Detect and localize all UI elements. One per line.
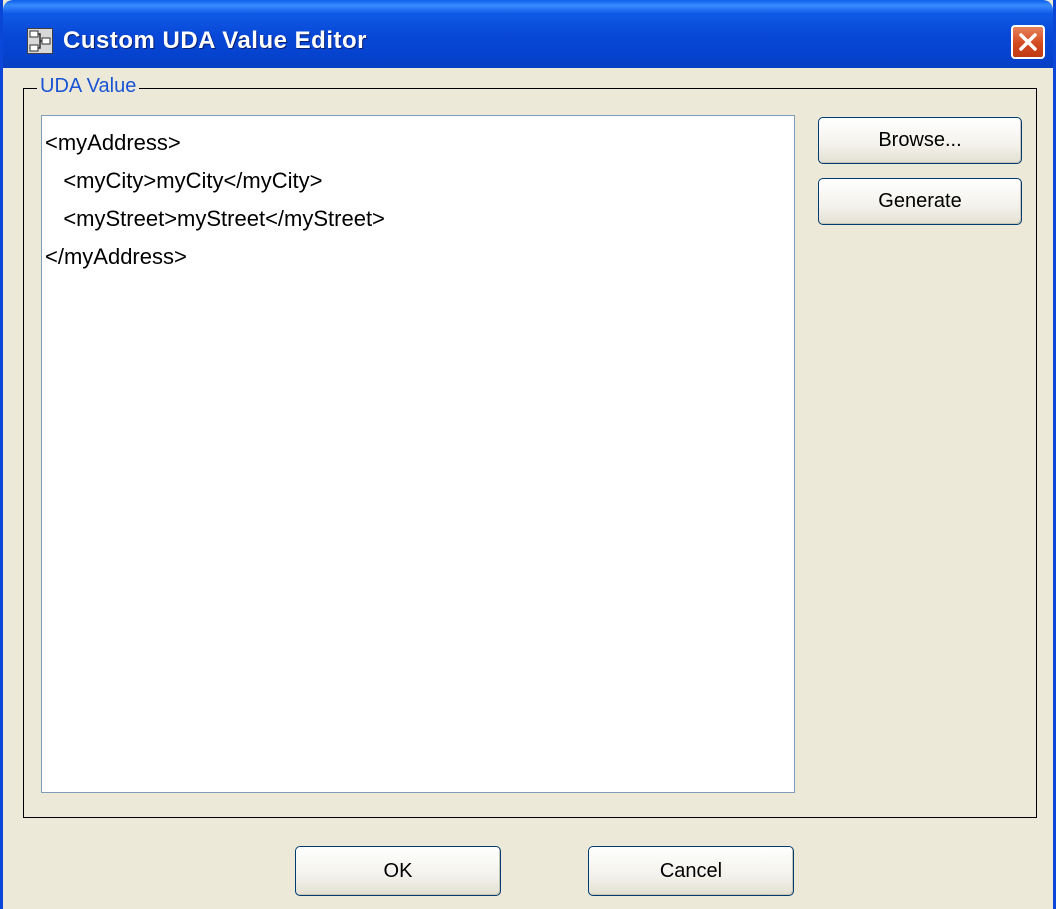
uda-value-legend: UDA Value	[37, 75, 140, 98]
title-bar[interactable]: Custom UDA Value Editor	[3, 0, 1053, 68]
generate-button[interactable]: Generate	[818, 178, 1022, 225]
close-button[interactable]	[1011, 25, 1045, 59]
uda-editor-icon	[27, 28, 53, 54]
uda-value-editor[interactable]: <myAddress> <myCity>myCity</myCity> <myS…	[41, 115, 795, 793]
ok-button[interactable]: OK	[295, 846, 501, 896]
close-icon	[1013, 27, 1043, 57]
window-title: Custom UDA Value Editor	[63, 27, 367, 54]
browse-button[interactable]: Browse...	[818, 117, 1022, 164]
dialog-window: Custom UDA Value Editor UDA Value <myAdd…	[0, 0, 1056, 909]
cancel-button[interactable]: Cancel	[588, 846, 794, 896]
